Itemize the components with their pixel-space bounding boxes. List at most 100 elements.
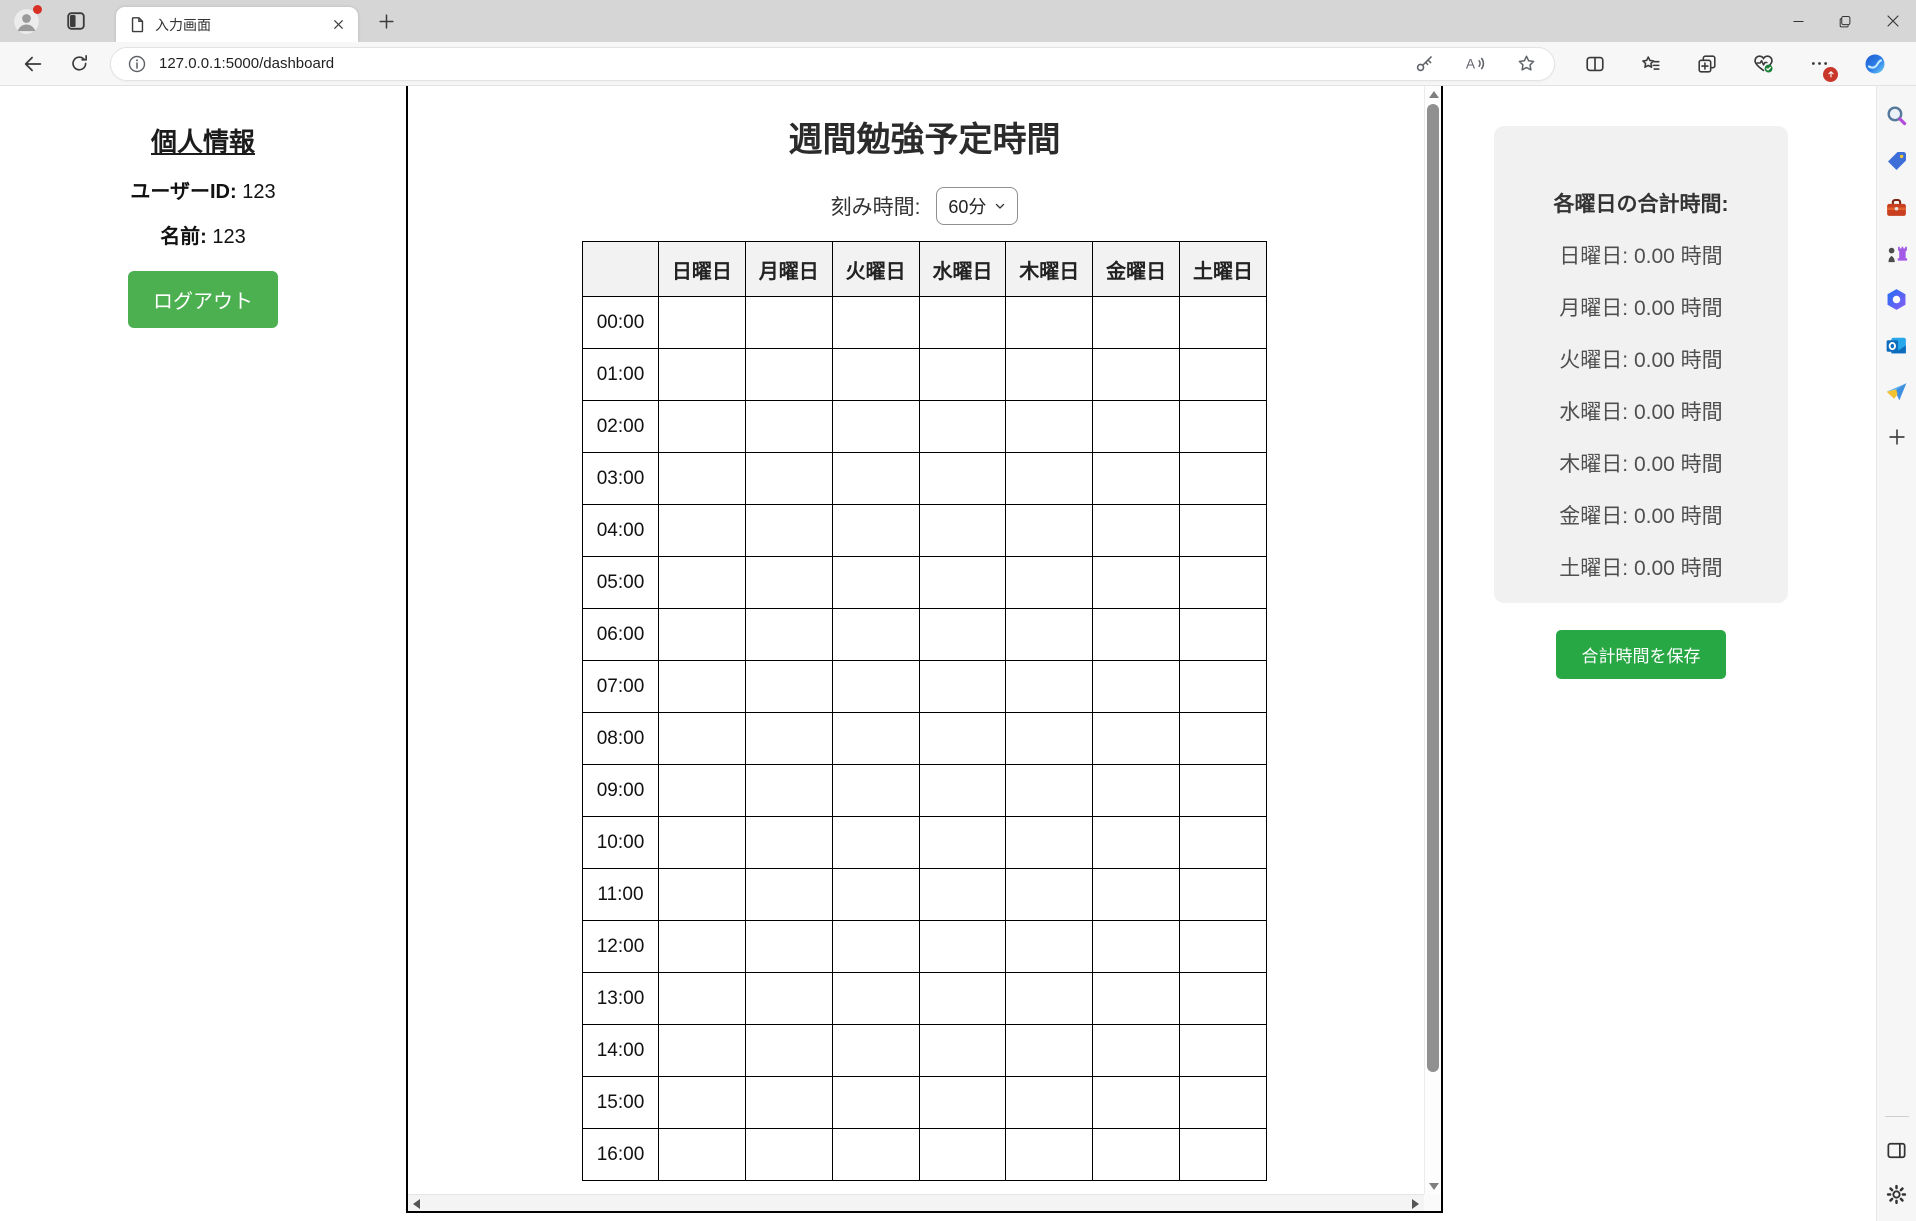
microsoft365-icon[interactable] (1884, 286, 1910, 312)
schedule-cell[interactable] (1093, 297, 1180, 349)
schedule-cell[interactable] (659, 765, 746, 817)
schedule-cell[interactable] (1006, 869, 1093, 921)
new-tab-button[interactable] (374, 9, 398, 33)
schedule-cell[interactable] (1006, 505, 1093, 557)
schedule-cell[interactable] (1093, 921, 1180, 973)
drop-icon[interactable] (1884, 378, 1910, 404)
schedule-cell[interactable] (745, 661, 832, 713)
url-text[interactable]: 127.0.0.1:5000/dashboard (159, 55, 334, 72)
shopping-tag-icon[interactable] (1884, 148, 1910, 174)
horizontal-scrollbar[interactable] (408, 1194, 1424, 1211)
schedule-cell[interactable] (919, 921, 1006, 973)
schedule-cell[interactable] (1006, 765, 1093, 817)
schedule-cell[interactable] (1006, 713, 1093, 765)
interval-select[interactable]: 60分 (936, 187, 1018, 225)
outlook-icon[interactable] (1884, 332, 1910, 358)
schedule-cell[interactable] (1006, 349, 1093, 401)
schedule-cell[interactable] (919, 453, 1006, 505)
schedule-cell[interactable] (832, 661, 919, 713)
schedule-cell[interactable] (1180, 869, 1267, 921)
schedule-cell[interactable] (1093, 661, 1180, 713)
schedule-cell[interactable] (919, 973, 1006, 1025)
schedule-cell[interactable] (1180, 349, 1267, 401)
minimize-button[interactable] (1775, 0, 1822, 42)
schedule-cell[interactable] (919, 1129, 1006, 1181)
close-button[interactable] (1869, 0, 1916, 42)
schedule-cell[interactable] (659, 1129, 746, 1181)
logout-button[interactable]: ログアウト (128, 271, 278, 328)
schedule-cell[interactable] (832, 505, 919, 557)
schedule-cell[interactable] (1006, 1077, 1093, 1129)
schedule-cell[interactable] (832, 1129, 919, 1181)
schedule-cell[interactable] (745, 557, 832, 609)
vertical-scroll-thumb[interactable] (1427, 104, 1439, 1072)
schedule-cell[interactable] (1180, 557, 1267, 609)
schedule-cell[interactable] (1093, 401, 1180, 453)
schedule-cell[interactable] (1093, 557, 1180, 609)
schedule-cell[interactable] (1180, 1077, 1267, 1129)
schedule-cell[interactable] (1006, 817, 1093, 869)
schedule-cell[interactable] (659, 505, 746, 557)
schedule-cell[interactable] (745, 401, 832, 453)
schedule-cell[interactable] (832, 609, 919, 661)
schedule-cell[interactable] (919, 817, 1006, 869)
scroll-right-arrow-icon[interactable] (1412, 1199, 1419, 1209)
schedule-cell[interactable] (1006, 973, 1093, 1025)
schedule-cell[interactable] (1006, 1129, 1093, 1181)
add-sidebar-icon[interactable] (1884, 424, 1910, 450)
schedule-cell[interactable] (659, 1025, 746, 1077)
restore-button[interactable] (1822, 0, 1869, 42)
schedule-cell[interactable] (1093, 817, 1180, 869)
schedule-cell[interactable] (1180, 401, 1267, 453)
profile-avatar[interactable] (13, 8, 40, 35)
schedule-cell[interactable] (832, 817, 919, 869)
schedule-cell[interactable] (1180, 505, 1267, 557)
schedule-cell[interactable] (919, 401, 1006, 453)
schedule-cell[interactable] (919, 765, 1006, 817)
schedule-cell[interactable] (832, 453, 919, 505)
schedule-cell[interactable] (1006, 609, 1093, 661)
schedule-cell[interactable] (1093, 1025, 1180, 1077)
schedule-cell[interactable] (919, 505, 1006, 557)
schedule-cell[interactable] (919, 661, 1006, 713)
read-aloud-icon[interactable]: A (1463, 52, 1487, 76)
workspaces-icon[interactable] (64, 9, 88, 33)
address-bar[interactable]: 127.0.0.1:5000/dashboard A (110, 47, 1555, 81)
schedule-cell[interactable] (832, 1077, 919, 1129)
schedule-cell[interactable] (659, 713, 746, 765)
schedule-cell[interactable] (1093, 765, 1180, 817)
sidebar-toggle-icon[interactable] (1884, 1137, 1910, 1163)
schedule-cell[interactable] (919, 609, 1006, 661)
search-icon[interactable] (1884, 102, 1910, 128)
schedule-cell[interactable] (1006, 921, 1093, 973)
schedule-cell[interactable] (1093, 713, 1180, 765)
schedule-cell[interactable] (659, 453, 746, 505)
schedule-cell[interactable] (1006, 661, 1093, 713)
schedule-cell[interactable] (1006, 557, 1093, 609)
schedule-cell[interactable] (919, 297, 1006, 349)
schedule-cell[interactable] (832, 973, 919, 1025)
schedule-cell[interactable] (1006, 297, 1093, 349)
schedule-cell[interactable] (745, 765, 832, 817)
tab-close-icon[interactable] (329, 15, 348, 34)
vertical-scrollbar[interactable] (1424, 86, 1441, 1194)
schedule-cell[interactable] (1180, 297, 1267, 349)
schedule-cell[interactable] (1093, 349, 1180, 401)
schedule-cell[interactable] (1093, 453, 1180, 505)
schedule-cell[interactable] (832, 557, 919, 609)
schedule-cell[interactable] (919, 1077, 1006, 1129)
site-info-icon[interactable] (127, 54, 147, 74)
schedule-cell[interactable] (832, 401, 919, 453)
refresh-button[interactable] (62, 47, 96, 81)
schedule-cell[interactable] (1006, 1025, 1093, 1077)
schedule-cell[interactable] (745, 453, 832, 505)
favorites-hub-icon[interactable] (1639, 52, 1663, 76)
toolbox-icon[interactable] (1884, 194, 1910, 220)
schedule-cell[interactable] (659, 609, 746, 661)
schedule-cell[interactable] (745, 297, 832, 349)
schedule-cell[interactable] (919, 713, 1006, 765)
back-button[interactable] (16, 47, 50, 81)
schedule-cell[interactable] (745, 1077, 832, 1129)
schedule-cell[interactable] (659, 921, 746, 973)
schedule-cell[interactable] (1180, 453, 1267, 505)
